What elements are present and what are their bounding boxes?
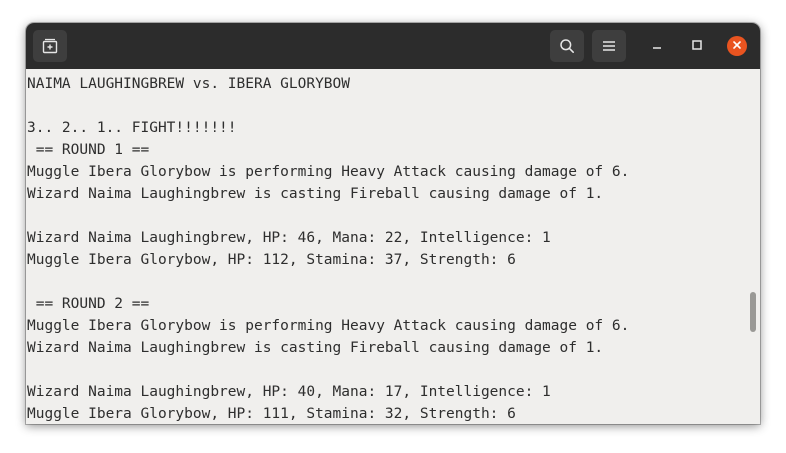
menu-button[interactable] — [592, 30, 626, 62]
scrollbar-thumb[interactable] — [750, 292, 756, 332]
terminal-line: Wizard Naima Laughingbrew is casting Fir… — [27, 340, 604, 356]
terminal-line: Muggle Ibera Glorybow, HP: 111, Stamina:… — [27, 406, 516, 422]
hamburger-menu-icon — [602, 39, 616, 53]
terminal-line: Wizard Naima Laughingbrew, HP: 40, Mana:… — [27, 384, 551, 400]
terminal-window: NAIMA LAUGHINGBREW vs. IBERA GLORYBOW 3.… — [26, 23, 760, 424]
terminal-line: Wizard Naima Laughingbrew, HP: 46, Mana:… — [27, 230, 551, 246]
new-tab-button[interactable] — [33, 30, 67, 62]
terminal-line: Muggle Ibera Glorybow is performing Heav… — [27, 318, 630, 334]
close-icon — [732, 37, 742, 55]
terminal-lines: NAIMA LAUGHINGBREW vs. IBERA GLORYBOW 3.… — [27, 73, 629, 424]
minimize-button[interactable] — [647, 36, 667, 56]
terminal-line: Muggle Ibera Glorybow, HP: 112, Stamina:… — [27, 252, 516, 268]
search-icon — [559, 38, 575, 54]
terminal-line: 3.. 2.. 1.. FIGHT!!!!!!! — [27, 120, 237, 136]
maximize-icon — [692, 37, 702, 55]
terminal-line: Muggle Ibera Glorybow is performing Heav… — [27, 164, 630, 180]
terminal-output[interactable]: NAIMA LAUGHINGBREW vs. IBERA GLORYBOW 3.… — [26, 69, 760, 424]
terminal-line: == ROUND 2 == — [27, 296, 150, 312]
terminal-line: == ROUND 1 == — [27, 142, 150, 158]
title-bar — [26, 23, 760, 69]
terminal-line: NAIMA LAUGHINGBREW vs. IBERA GLORYBOW — [27, 76, 351, 92]
close-button[interactable] — [727, 36, 747, 56]
minimize-icon — [652, 37, 662, 55]
search-button[interactable] — [550, 30, 584, 62]
terminal-line: Wizard Naima Laughingbrew is casting Fir… — [27, 186, 604, 202]
new-tab-icon — [42, 38, 58, 54]
maximize-button[interactable] — [687, 36, 707, 56]
